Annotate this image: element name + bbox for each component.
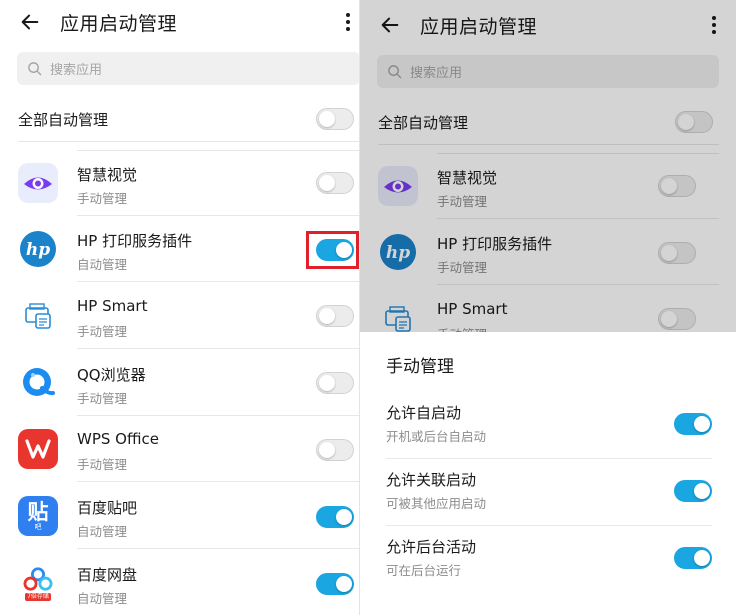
hp-icon: hp [18,229,58,269]
app-mode: 手动管理 [77,391,128,406]
app-mode: 手动管理 [77,457,128,472]
app-toggle[interactable] [316,506,354,528]
all-auto-label: 全部自动管理 [18,110,109,129]
allow-autostart-row: 允许自启动 开机或后台自启动 [386,392,736,459]
app-row-wps: WPS Office 手动管理 [0,416,360,482]
top-bar: 应用启动管理 [0,0,360,44]
divider [18,141,360,142]
divider [77,548,360,549]
app-toggle[interactable] [316,305,354,327]
app-mode: 手动管理 [77,191,128,206]
all-auto-toggle[interactable] [316,108,354,130]
search-placeholder: 搜索应用 [50,63,103,78]
allow-autostart-toggle[interactable] [674,413,712,435]
highlight-box [306,231,359,269]
app-name: HP 打印服务插件 [77,232,193,250]
baidu-tieba-icon: 贴 吧 [18,496,58,536]
app-name: WPS Office [77,430,159,448]
svg-text:hp: hp [26,240,50,260]
app-row-hp-print: hp HP 打印服务插件 自动管理 [0,216,360,282]
perm-label: 允许后台活动 [386,538,477,556]
app-toggle[interactable] [316,573,354,595]
app-row-qq-browser: QQ浏览器 手动管理 [0,350,360,416]
page-title: 应用启动管理 [60,12,178,35]
baidu-netdisk-icon: 7倍存储 [18,563,58,603]
app-mode: 手动管理 [77,324,128,339]
app-name: HP Smart [77,297,148,315]
allow-background-toggle[interactable] [674,547,712,569]
app-mode: 自动管理 [77,591,128,606]
perm-label: 允许自启动 [386,404,462,422]
divider [77,481,360,482]
app-mode: 自动管理 [77,524,128,539]
app-toggle[interactable] [316,439,354,461]
dim-overlay[interactable] [360,0,736,332]
allow-background-row: 允许后台活动 可在后台运行 [386,526,736,593]
app-toggle[interactable] [316,372,354,394]
back-arrow-icon[interactable] [18,10,42,34]
search-icon [28,62,42,76]
app-name: 智慧视觉 [77,166,138,184]
app-name: 百度网盘 [77,566,138,584]
manual-manage-sheet: 手动管理 允许自启动 开机或后台自启动 允许关联启动 可被其他应用启动 允许后台… [360,332,736,615]
allow-associated-start-row: 允许关联启动 可被其他应用启动 [386,459,736,526]
app-row-baidu-netdisk: 7倍存储 百度网盘 自动管理 [0,550,360,615]
app-toggle[interactable] [316,172,354,194]
manual-manage-screen: 应用启动管理 搜索应用 全部自动管理 智慧视觉 手动管理 hp HP 打印服务插… [360,0,736,615]
app-row-baidu-tieba: 贴 吧 百度贴吧 自动管理 [0,483,360,549]
perm-desc: 可被其他应用启动 [386,496,487,511]
perm-desc: 开机或后台自启动 [386,429,487,444]
tieba-small-glyph: 吧 [34,522,42,531]
app-row-smart-vision: 智慧视觉 手动管理 [0,150,360,216]
qq-browser-icon [18,363,58,403]
netdisk-badge: 7倍存储 [25,593,51,601]
perm-label: 允许关联启动 [386,471,477,489]
wps-icon [18,429,58,469]
hp-smart-icon [18,296,58,336]
app-mode: 自动管理 [77,257,128,272]
more-options-icon[interactable] [340,9,356,35]
all-auto-row: 全部自动管理 [18,101,360,137]
app-name: 百度贴吧 [77,499,138,517]
app-name: QQ浏览器 [77,366,146,384]
perm-desc: 可在后台运行 [386,563,462,578]
tieba-glyph: 贴 [27,499,49,524]
app-launch-list-screen: 应用启动管理 搜索应用 全部自动管理 智慧视觉 手动管理 hp HP 打印服务插… [0,0,360,615]
divider [77,281,360,282]
search-input[interactable]: 搜索应用 [17,52,360,85]
allow-associated-start-toggle[interactable] [674,480,712,502]
smart-vision-icon [18,163,58,203]
sheet-title: 手动管理 [386,357,454,377]
divider [77,348,360,349]
app-row-hp-smart: HP Smart 手动管理 [0,283,360,349]
